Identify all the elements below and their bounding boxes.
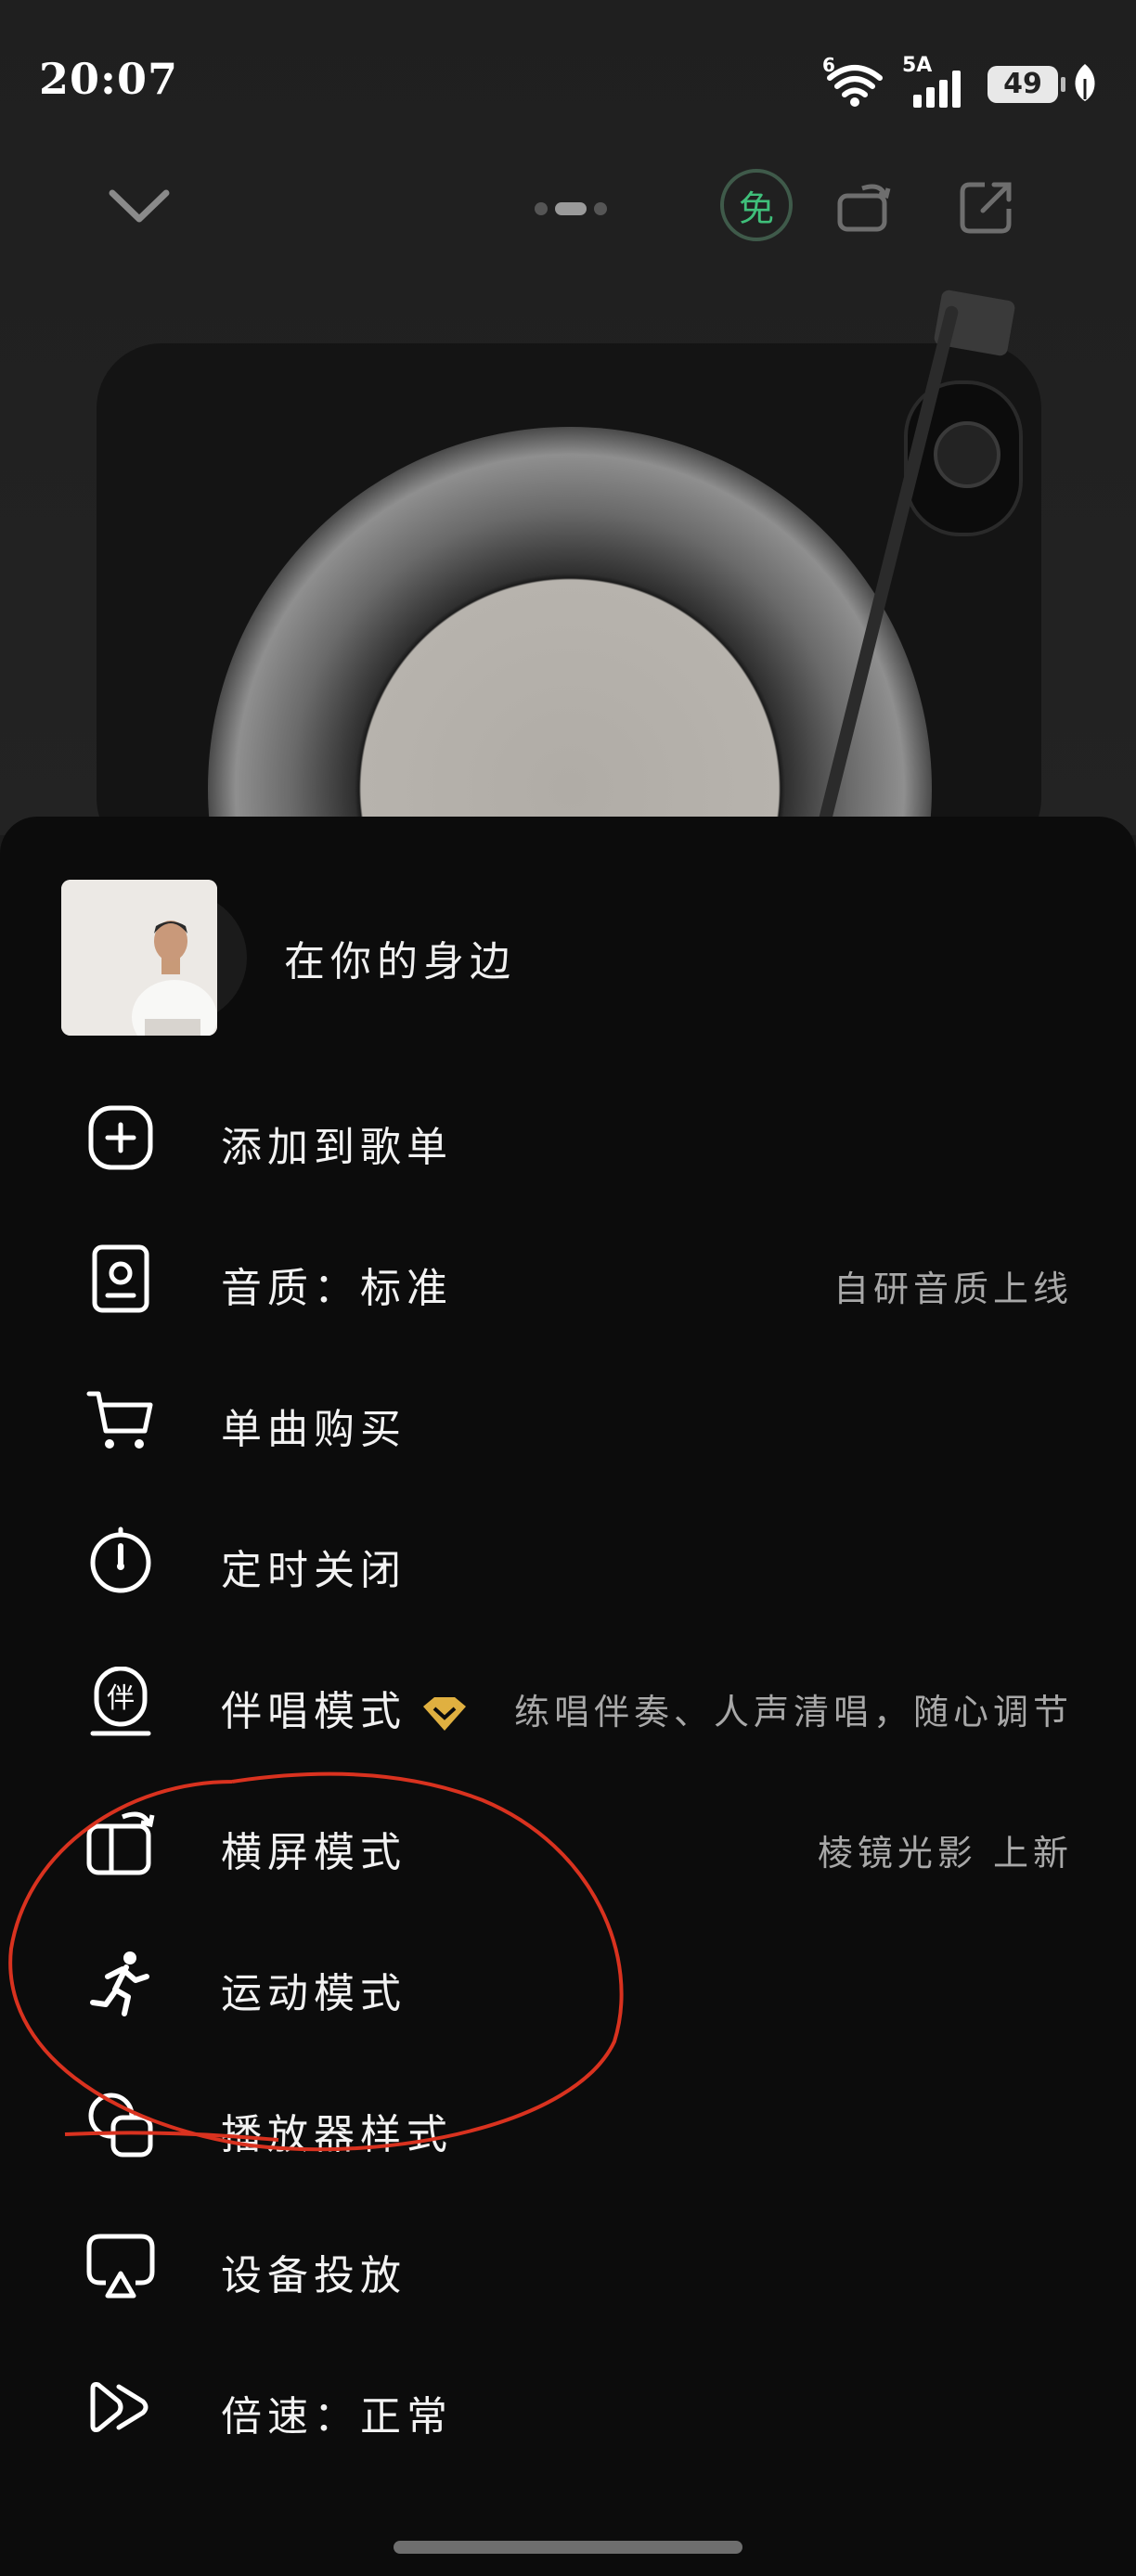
- menu-label: 倍速：正常: [221, 2393, 453, 2441]
- menu-label-text: 伴唱模式: [221, 1688, 407, 1735]
- menu-item-landscape-mode[interactable]: 横屏模式 棱镜光影 上新: [0, 1771, 1136, 1912]
- vip-diamond-icon: [420, 1695, 470, 1732]
- menu-label: 伴唱模式: [221, 1678, 470, 1737]
- audio-quality-icon: [85, 1243, 156, 1314]
- menu-label: 设备投放: [221, 2252, 407, 2299]
- cast-icon: [85, 2231, 156, 2301]
- speed-icon: [85, 2372, 156, 2442]
- menu-item-add-to-playlist[interactable]: 添加到歌单: [0, 1065, 1136, 1206]
- chevron-down-icon[interactable]: [102, 176, 176, 236]
- menu-aside-text: 练唱伴奏、人声清唱，随心调节: [513, 1692, 1073, 1732]
- menu-aside-text: 棱镜光影 上新: [817, 1833, 1073, 1874]
- options-menu: 添加到歌单 音质：标准 自研音质上线 单曲购买 定时关闭 伴 伴唱模式 练唱伴奏…: [0, 1065, 1136, 2476]
- song-info-row: 在你的身边: [61, 880, 1082, 1037]
- menu-label: 横屏模式: [221, 1829, 407, 1876]
- menu-label: 播放器样式: [221, 2111, 453, 2158]
- menu-label: 定时关闭: [221, 1547, 407, 1594]
- menu-item-sleep-timer[interactable]: 定时关闭: [0, 1488, 1136, 1629]
- landscape-icon: [85, 1808, 156, 1878]
- menu-label: 单曲购买: [221, 1406, 407, 1453]
- home-indicator[interactable]: [394, 2541, 742, 2554]
- status-bar: 20:07 6 5A 49: [0, 0, 1136, 167]
- menu-item-playback-speed[interactable]: 倍速：正常: [0, 2335, 1136, 2476]
- player-style-icon: [85, 2090, 156, 2160]
- leaf-icon: [1071, 62, 1099, 107]
- turntable: [97, 343, 1041, 863]
- menu-item-audio-quality[interactable]: 音质：标准 自研音质上线: [0, 1206, 1136, 1347]
- karaoke-icon: 伴: [85, 1666, 156, 1737]
- battery-indicator: 49: [988, 66, 1065, 103]
- song-title: 在你的身边: [284, 938, 516, 985]
- signal-icon: 5A: [900, 54, 975, 109]
- wifi-generation-label: 6: [822, 54, 835, 76]
- running-icon: [85, 1949, 156, 2019]
- menu-label: 添加到歌单: [221, 1124, 453, 1171]
- wifi-icon: 6: [822, 54, 887, 109]
- menu-item-sport-mode[interactable]: 运动模式: [0, 1912, 1136, 2053]
- page-dot-active: [555, 202, 587, 215]
- page-indicator: [535, 202, 607, 215]
- network-type-label: 5A: [902, 54, 933, 77]
- menu-item-player-style[interactable]: 播放器样式: [0, 2053, 1136, 2194]
- status-time: 20:07: [39, 54, 179, 104]
- share-icon[interactable]: [954, 174, 1019, 239]
- player-background: 20:07 6 5A 49 免: [0, 0, 1136, 863]
- menu-aside-text: 自研音质上线: [833, 1269, 1073, 1309]
- add-circle-icon: [85, 1102, 156, 1173]
- album-cover: [61, 880, 217, 1036]
- timer-icon: [85, 1526, 156, 1596]
- free-badge-button[interactable]: 免: [720, 169, 793, 241]
- status-icons: 6 5A 49: [822, 54, 1099, 109]
- player-top-controls: 免: [0, 167, 1136, 260]
- svg-text:伴: 伴: [107, 1682, 135, 1715]
- free-badge-label: 免: [738, 187, 774, 229]
- tonearm-knob: [934, 421, 1000, 488]
- cart-icon: [85, 1385, 156, 1455]
- menu-item-device-cast[interactable]: 设备投放: [0, 2194, 1136, 2335]
- page-dot: [535, 202, 548, 215]
- page-dot: [594, 202, 607, 215]
- menu-label: 运动模式: [221, 1970, 407, 2017]
- more-options-sheet: 在你的身边 添加到歌单 音质：标准 自研音质上线 单曲购买 定时关闭 伴 伴唱模…: [0, 817, 1136, 2576]
- menu-label: 音质：标准: [221, 1265, 453, 1312]
- menu-item-karaoke-mode[interactable]: 伴 伴唱模式 练唱伴奏、人声清唱，随心调节: [0, 1629, 1136, 1771]
- menu-item-buy-single[interactable]: 单曲购买: [0, 1347, 1136, 1488]
- landscape-switch-icon[interactable]: [832, 174, 897, 239]
